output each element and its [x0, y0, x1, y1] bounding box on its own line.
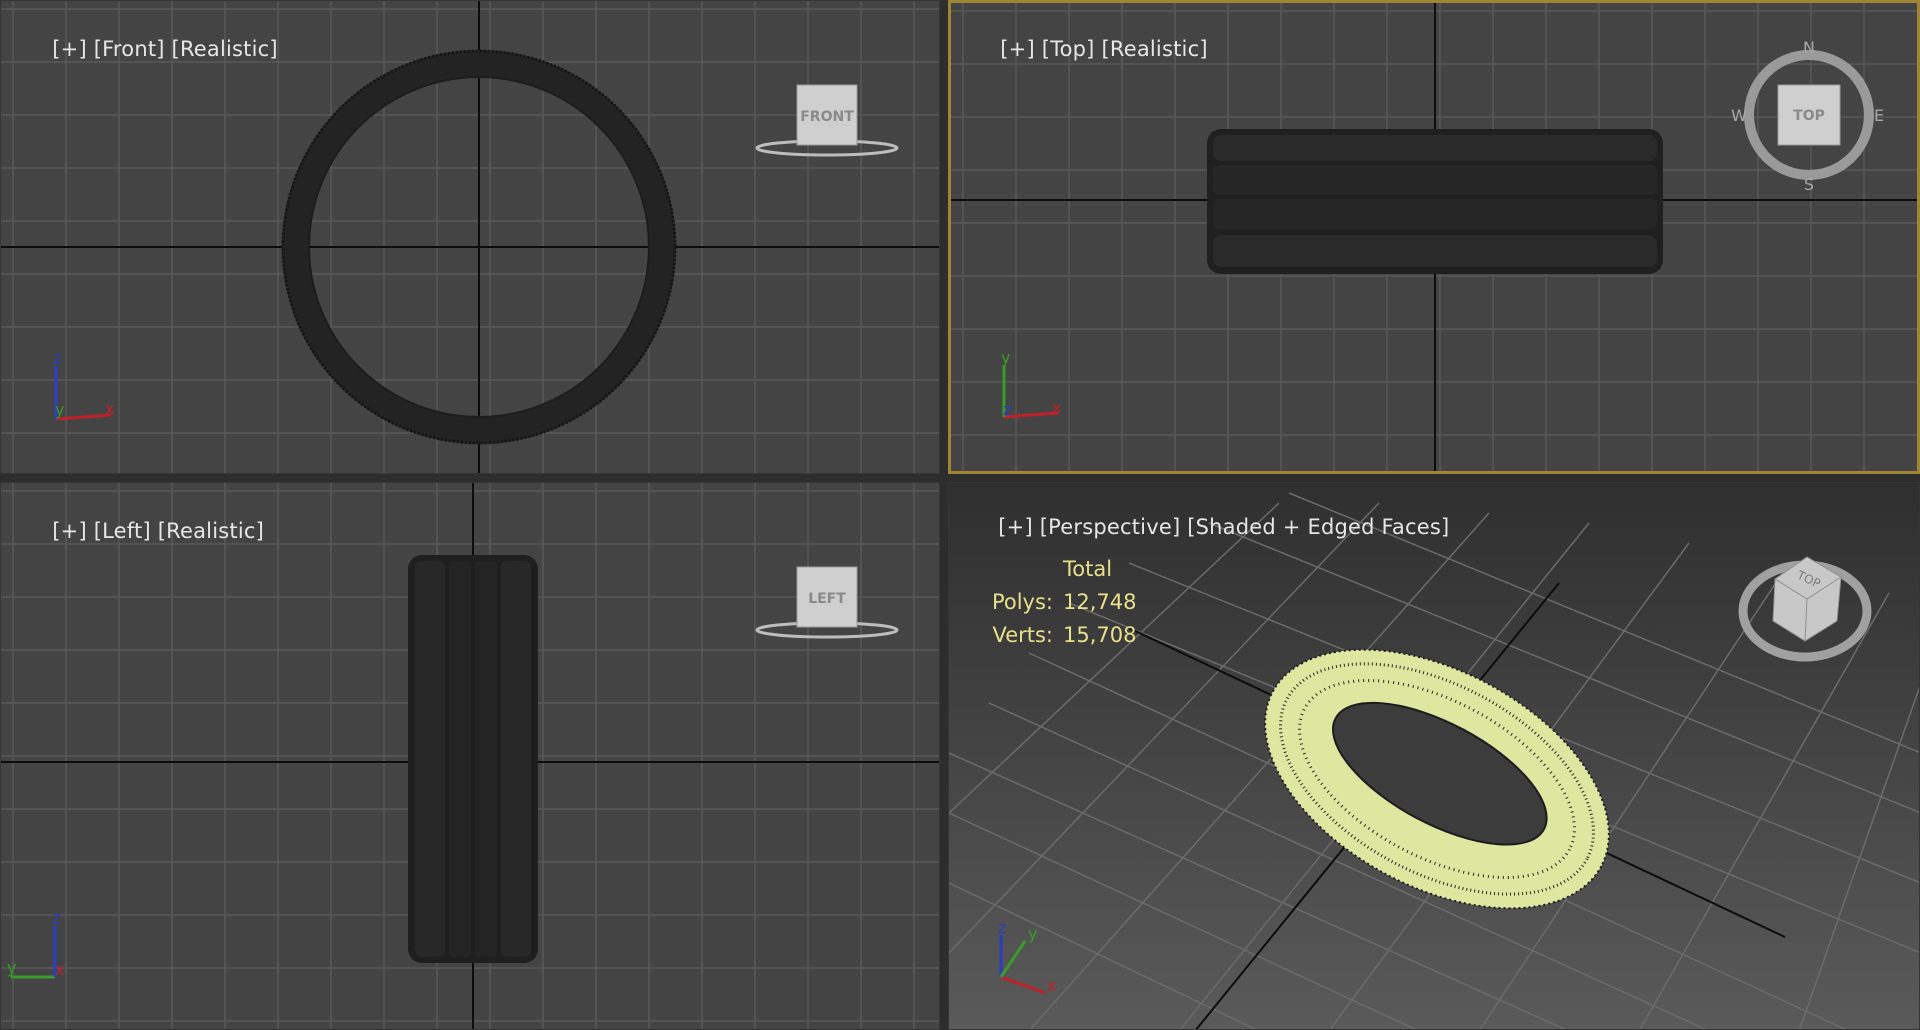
viewport-menu-plus[interactable]: [+] — [52, 519, 87, 543]
compass-north: N — [1803, 38, 1815, 57]
viewport-menu-plus[interactable]: [+] — [52, 37, 87, 61]
svg-text:y: y — [1028, 924, 1037, 943]
stats-verts-row: Verts: 15,708 — [973, 619, 1136, 652]
svg-text:x: x — [105, 399, 114, 418]
stats-polys-row: Polys: 12,748 — [973, 586, 1137, 619]
viewport-menu-plus[interactable]: [+] — [998, 515, 1033, 539]
axis-tripod: y x z — [1001, 348, 1061, 419]
compass-east: E — [1874, 106, 1884, 125]
svg-text:x: x — [1047, 976, 1056, 995]
viewport-shading-menu[interactable]: [Realistic] — [158, 519, 264, 543]
viewport-shading-menu[interactable]: [Realistic] — [172, 37, 278, 61]
viewport-layout: FRONT z x y [+] [Front] [Realistic] TOP … — [0, 0, 1920, 1030]
svg-text:y: y — [1001, 348, 1010, 367]
svg-text:z: z — [52, 908, 60, 927]
verts-value: 15,708 — [1063, 623, 1137, 647]
svg-text:x: x — [55, 960, 64, 979]
viewport-perspective[interactable]: TOP z y x [+] [Perspective] [Shaded + Ed… — [948, 482, 1920, 1030]
viewport-point-of-view-menu[interactable]: [Left] — [94, 519, 151, 543]
tire-left-view[interactable] — [408, 555, 538, 963]
tire-top-view[interactable] — [1207, 129, 1663, 274]
svg-text:y: y — [55, 400, 64, 419]
compass-west: W — [1731, 106, 1747, 125]
svg-text:y: y — [7, 958, 16, 977]
viewport-point-of-view-menu[interactable]: [Perspective] — [1040, 515, 1181, 539]
viewport-label-left: [+] [Left] [Realistic] — [11, 495, 264, 567]
viewcube-face-label: FRONT — [800, 109, 854, 125]
viewport-label-top: [+] [Top] [Realistic] — [959, 13, 1208, 85]
viewcube[interactable]: FRONT — [755, 84, 899, 157]
scene-statistics: Total Polys: 12,748 Verts: 15,708 — [973, 553, 1137, 652]
viewcube-face-label: LEFT — [808, 591, 846, 607]
axis-tripod: z x y — [53, 349, 114, 421]
compass-south: S — [1804, 175, 1814, 194]
viewport-point-of-view-menu[interactable]: [Front] — [94, 37, 165, 61]
polys-label: Polys: — [991, 590, 1053, 614]
stats-header: Total — [1063, 557, 1113, 581]
polys-value: 12,748 — [1063, 590, 1137, 614]
viewport-top[interactable]: TOP N S E W y x z [+] [Top] [Realistic] — [948, 0, 1920, 474]
viewport-label-front: [+] [Front] [Realistic] — [11, 13, 278, 85]
viewport-shading-menu[interactable]: [Shaded + Edged Faces] — [1187, 515, 1449, 539]
viewport-front[interactable]: FRONT z x y [+] [Front] [Realistic] — [0, 0, 940, 474]
viewcube-face-label: TOP — [1793, 108, 1825, 124]
viewcube[interactable]: TOP — [1738, 556, 1872, 662]
viewport-left[interactable]: LEFT z y x [+] [Left] [Realistic] — [0, 482, 940, 1030]
viewport-point-of-view-menu[interactable]: [Top] — [1042, 37, 1095, 61]
viewport-shading-menu[interactable]: [Realistic] — [1101, 37, 1207, 61]
viewport-menu-plus[interactable]: [+] — [1000, 37, 1035, 61]
verts-label: Verts: — [992, 623, 1053, 647]
svg-text:z: z — [53, 349, 61, 368]
svg-text:z: z — [998, 918, 1006, 937]
svg-text:x: x — [1052, 398, 1061, 417]
svg-text:z: z — [1003, 400, 1011, 419]
viewcube[interactable]: LEFT — [755, 566, 899, 639]
